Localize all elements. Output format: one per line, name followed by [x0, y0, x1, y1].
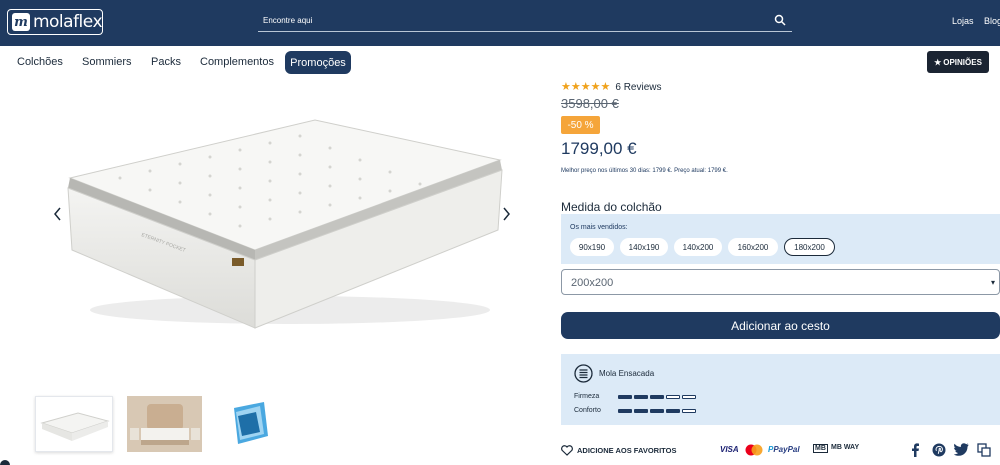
main-nav: Colchões Sommiers Packs Complementos Pro…	[0, 46, 1000, 78]
star-icon: ★	[570, 81, 581, 93]
paypal-icon: PPayPal	[768, 445, 800, 454]
logo[interactable]: m molaflex	[7, 9, 103, 35]
mbway-icon: MB WAY	[831, 444, 860, 451]
size-dropdown[interactable]: 200x200 ▾	[561, 269, 1000, 295]
next-image-arrow-icon[interactable]	[500, 207, 512, 221]
thumbnail-bedroom[interactable]	[127, 396, 202, 452]
rating-bar	[650, 395, 664, 399]
comfort-label: Conforto	[574, 407, 601, 414]
star-icon: ★	[580, 81, 591, 93]
size-option-140x190[interactable]: 140x190	[620, 238, 668, 256]
rating-bar	[666, 409, 680, 413]
opinions-button[interactable]: ★ OPINIÕES	[927, 51, 989, 73]
rating-bar	[634, 409, 648, 413]
twitter-icon[interactable]	[954, 443, 969, 456]
search-icon[interactable]	[774, 14, 786, 26]
spring-icon	[574, 364, 593, 383]
copy-icon[interactable]	[977, 443, 991, 457]
size-selector: Os mais vendidos: 90x190 140x190 140x200…	[561, 214, 1000, 264]
firmness-label: Firmeza	[574, 393, 600, 400]
star-icon: ★	[934, 57, 942, 67]
best-sellers-label: Os mais vendidos:	[570, 224, 628, 231]
rating-bar	[634, 395, 648, 399]
size-option-90x190[interactable]: 90x190	[570, 238, 614, 256]
corner-dot	[0, 460, 10, 465]
paypal-label: PayPal	[773, 445, 800, 454]
thumbnail-layers[interactable]	[230, 396, 272, 452]
top-header: m molaflex Encontre aqui Lojas Blog	[0, 0, 1000, 46]
heart-icon	[561, 445, 573, 456]
logo-mark-icon: m	[12, 13, 30, 31]
size-option-140x200[interactable]: 140x200	[674, 238, 722, 256]
lowest-price-note: Melhor preço nos últimos 30 dias: 1799 €…	[561, 168, 728, 174]
nav-item-promocoes[interactable]: Promoções	[285, 51, 351, 74]
rating-bar	[666, 395, 680, 399]
rating-bar	[618, 409, 632, 413]
prev-image-arrow-icon[interactable]	[52, 207, 64, 221]
product-image	[67, 119, 503, 329]
pinterest-icon[interactable]	[932, 443, 946, 457]
size-dropdown-value: 200x200	[571, 277, 614, 289]
rating-bar	[682, 395, 696, 399]
multibanco-icon: MB	[813, 444, 828, 453]
rating-bar	[650, 409, 664, 413]
old-price: 3598,00 €	[561, 96, 619, 111]
logo-text: molaflex	[32, 12, 103, 32]
nav-item-packs[interactable]: Packs	[151, 56, 181, 68]
current-price: 1799,00 €	[561, 139, 637, 158]
nav-item-colchoes[interactable]: Colchões	[17, 56, 63, 68]
blog-link[interactable]: Blog	[984, 16, 1000, 26]
size-option-160x200[interactable]: 160x200	[728, 238, 778, 256]
mastercard-icon	[745, 444, 763, 456]
opinions-label: OPINIÕES	[943, 57, 982, 67]
chevron-down-icon: ▾	[990, 278, 995, 287]
star-icon: ★	[561, 81, 571, 93]
stores-link[interactable]: Lojas	[952, 16, 974, 26]
spec-type: Mola Ensacada	[599, 369, 655, 378]
add-to-cart-button[interactable]: Adicionar ao cesto	[561, 312, 1000, 339]
search-placeholder: Encontre aqui	[263, 16, 313, 25]
nav-item-sommiers[interactable]: Sommiers	[82, 56, 132, 68]
rating-bar	[618, 395, 632, 399]
favorites-label: ADICIONE AOS FAVORITOS	[577, 446, 677, 455]
add-to-favorites[interactable]: ADICIONE AOS FAVORITOS	[561, 445, 676, 456]
discount-badge: -50 %	[561, 116, 600, 134]
star-icon: ★	[590, 81, 601, 93]
rating-bar	[682, 409, 696, 413]
firmness-rating	[618, 395, 698, 399]
visa-icon: VISA	[720, 445, 739, 454]
star-icon: ★	[600, 81, 611, 93]
size-title: Medida do colchão	[561, 200, 662, 214]
rating[interactable]: ★ ★ ★ ★ ★ 6 Reviews	[561, 81, 662, 94]
facebook-icon[interactable]	[910, 443, 920, 457]
search-input[interactable]: Encontre aqui	[258, 10, 792, 32]
spec-box: Mola Ensacada Firmeza Conforto	[561, 354, 1000, 425]
reviews-link[interactable]: 6 Reviews	[615, 82, 661, 93]
size-option-180x200[interactable]: 180x200	[784, 238, 835, 256]
comfort-rating	[618, 409, 698, 413]
thumbnail-mattress[interactable]	[35, 396, 113, 452]
nav-item-complementos[interactable]: Complementos	[200, 56, 274, 68]
